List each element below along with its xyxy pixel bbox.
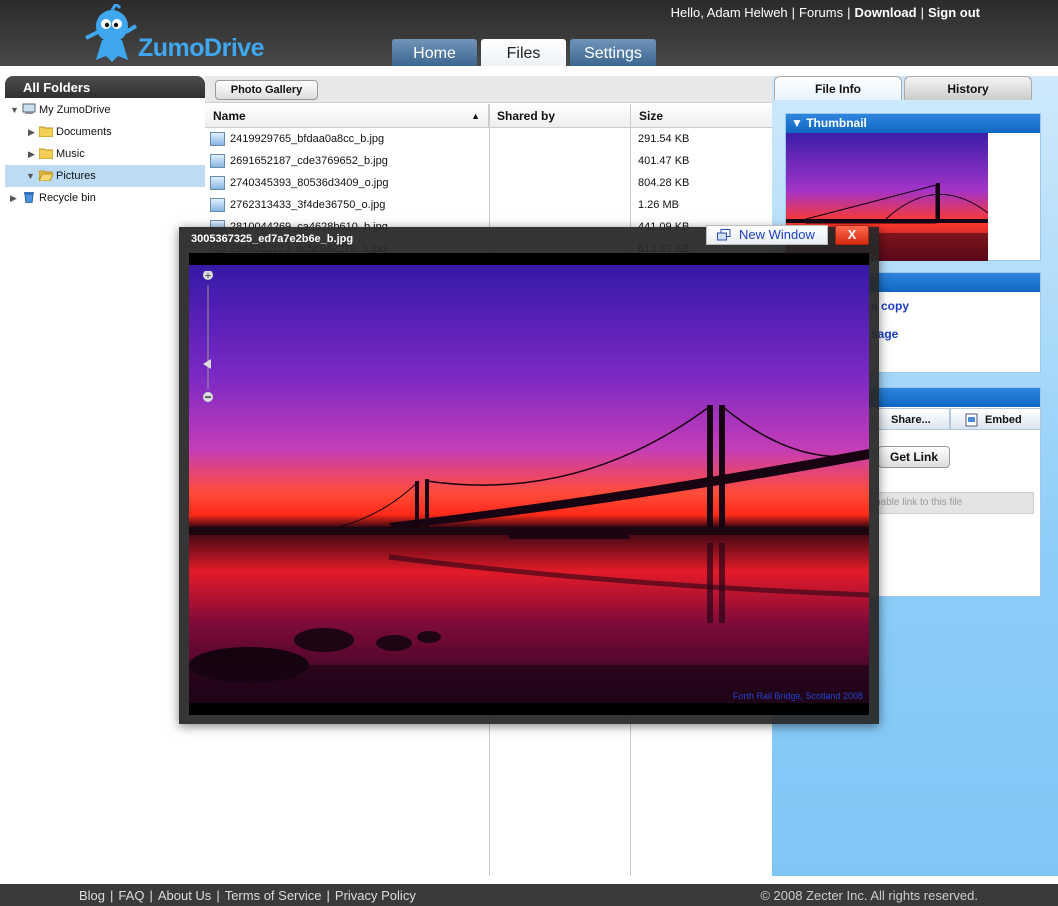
faq-link[interactable]: FAQ <box>118 888 144 903</box>
image-file-icon <box>210 132 225 146</box>
zoom-slider[interactable]: + <box>201 271 215 411</box>
image-file-icon <box>210 154 225 168</box>
copyright: © 2008 Zecter Inc. All rights reserved. <box>760 888 978 903</box>
caret-right-icon[interactable]: ▶ <box>28 121 35 143</box>
viewer-filename: 3005367325_ed7a7e2b6e_b.jpg <box>191 233 354 245</box>
photo-frame: + Forth Rail Bridge, Scotland 2008 <box>189 253 869 715</box>
folder-label: Recycle bin <box>39 192 96 204</box>
file-name: 2762313433_3f4de36750_o.jpg <box>230 199 386 211</box>
column-size[interactable]: Size <box>631 104 772 128</box>
embed-tab[interactable]: Embed <box>950 408 1041 430</box>
about-us-link[interactable]: About Us <box>158 888 211 903</box>
caret-right-icon[interactable]: ▶ <box>10 187 17 209</box>
column-name[interactable]: Name ▲ <box>205 104 489 128</box>
privacy-link[interactable]: Privacy Policy <box>335 888 416 903</box>
blog-link[interactable]: Blog <box>79 888 105 903</box>
tab-files[interactable]: Files <box>481 39 566 66</box>
folder-recycle-bin[interactable]: ▶ Recycle bin <box>5 187 205 209</box>
image-file-icon <box>210 198 225 212</box>
column-shared-by[interactable]: Shared by <box>489 104 631 128</box>
thumbnail-title[interactable]: ▼ Thumbnail <box>786 114 1040 133</box>
image-file-icon <box>210 176 225 190</box>
folder-pictures[interactable]: ▼ Pictures <box>5 165 205 187</box>
folder-documents[interactable]: ▶ Documents <box>5 121 205 143</box>
brand-name[interactable]: ZumoDrive <box>138 34 265 63</box>
terms-link[interactable]: Terms of Service <box>225 888 322 903</box>
file-size: 804.28 KB <box>638 177 690 189</box>
new-window-icon <box>717 229 731 241</box>
folder-label: Pictures <box>56 170 96 182</box>
file-size: 1.26 MB <box>638 199 679 211</box>
image-viewer: 3005367325_ed7a7e2b6e_b.jpg New Window X <box>179 225 879 724</box>
file-name: 2691652187_cde3769652_b.jpg <box>230 155 388 167</box>
folder-icon <box>39 148 53 159</box>
share-tab[interactable]: Share... <box>870 408 950 430</box>
footer-links: Blog | FAQ | About Us | Terms of Service | Priva… <box>79 888 416 903</box>
folder-panel: All Folders ▼ My ZumoDrive ▶ Documents ▶… <box>5 76 205 876</box>
user-bar: Hello, Adam Helweh | Forums | Download | Sign … <box>670 5 980 20</box>
photo-credit: Forth Rail Bridge, Scotland 2008 <box>732 691 863 701</box>
recycle-bin-icon <box>24 192 34 203</box>
table-row[interactable]: 2419929765_bfdaa0a8cc_b.jpg 291.54 KB <box>205 128 772 150</box>
tab-home[interactable]: Home <box>392 39 477 66</box>
folder-icon <box>39 126 53 137</box>
file-size: 291.54 KB <box>638 133 690 145</box>
forums-link[interactable]: Forums <box>799 5 843 20</box>
caret-down-icon[interactable]: ▼ <box>10 99 19 121</box>
caret-down-icon[interactable]: ▼ <box>26 165 35 187</box>
close-viewer-button[interactable]: X <box>835 225 869 245</box>
link-field[interactable]: nable link to this file <box>870 492 1034 514</box>
get-link-button[interactable]: Get Link <box>878 446 950 468</box>
table-row[interactable]: 2691652187_cde3769652_b.jpg 401.47 KB <box>205 150 772 172</box>
greeting: Hello, Adam Helweh <box>670 5 788 20</box>
file-name: 2419929765_bfdaa0a8cc_b.jpg <box>230 133 385 145</box>
open-folder-icon <box>39 170 53 181</box>
footer: Blog | FAQ | About Us | Terms of Service | Priva… <box>0 884 1058 906</box>
file-name: 2740345393_80536d3409_o.jpg <box>230 177 389 189</box>
app-header: ZumoDrive Hello, Adam Helweh | Forums | Down… <box>0 0 1058 66</box>
bridge-photo[interactable] <box>189 265 869 703</box>
sort-ascending-icon[interactable]: ▲ <box>471 104 480 128</box>
file-toolbar: Photo Gallery <box>205 76 772 103</box>
folder-label: Music <box>56 148 85 160</box>
folder-label: Documents <box>56 126 112 138</box>
embed-icon <box>965 413 978 427</box>
tab-file-info[interactable]: File Info <box>774 76 902 100</box>
folder-label: My ZumoDrive <box>39 104 111 116</box>
sign-out-link[interactable]: Sign out <box>928 5 980 20</box>
table-row[interactable]: 2762313433_3f4de36750_o.jpg 1.26 MB <box>205 194 772 216</box>
caret-right-icon[interactable]: ▶ <box>28 143 35 165</box>
new-window-button[interactable]: New Window <box>706 225 828 245</box>
file-size: 401.47 KB <box>638 155 690 167</box>
svg-text:+: + <box>204 272 212 282</box>
download-link[interactable]: Download <box>855 5 917 20</box>
folder-my-zumodrive[interactable]: ▼ My ZumoDrive <box>5 99 205 121</box>
folder-panel-title: All Folders <box>5 76 205 98</box>
tab-settings[interactable]: Settings <box>570 39 656 66</box>
drive-icon <box>22 103 36 114</box>
folder-music[interactable]: ▶ Music <box>5 143 205 165</box>
photo-gallery-button[interactable]: Photo Gallery <box>215 80 318 100</box>
table-row[interactable]: 2740345393_80536d3409_o.jpg 804.28 KB <box>205 172 772 194</box>
tab-history[interactable]: History <box>904 76 1032 100</box>
